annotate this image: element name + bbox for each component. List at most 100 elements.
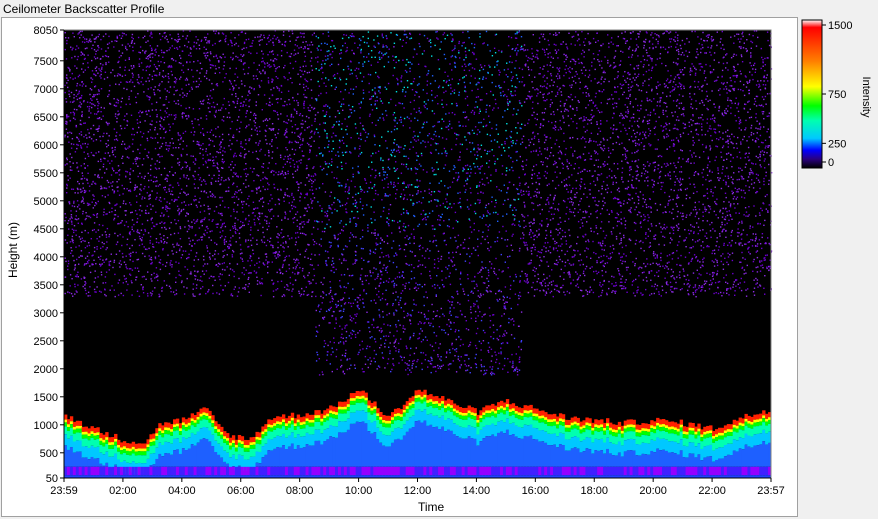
scatter-point <box>221 138 224 141</box>
scatter-point <box>474 344 477 347</box>
scatter-point <box>360 188 362 190</box>
scatter-point <box>379 316 381 318</box>
scatter-point <box>212 165 214 167</box>
scatter-point <box>619 281 622 283</box>
scatter-point <box>141 136 143 138</box>
scatter-point <box>271 145 273 147</box>
scatter-point <box>374 103 376 105</box>
scatter-point <box>168 227 171 229</box>
scatter-point <box>229 229 232 231</box>
scatter-point <box>220 179 222 181</box>
scatter-point <box>453 307 455 309</box>
scatter-point <box>723 228 725 230</box>
scatter-point <box>634 263 636 265</box>
scatter-point <box>116 181 118 183</box>
scatter-point <box>569 66 571 69</box>
scatter-point <box>762 142 764 144</box>
scatter-point <box>595 41 597 43</box>
scatter-point <box>446 207 449 210</box>
scatter-point <box>345 185 347 187</box>
scatter-point <box>100 73 102 76</box>
scatter-point <box>449 203 451 205</box>
scatter-point <box>451 112 454 114</box>
scatter-point <box>698 139 700 141</box>
scatter-point <box>334 116 337 118</box>
scatter-point <box>421 330 423 332</box>
scatter-point <box>384 86 386 88</box>
scatter-point <box>180 168 182 170</box>
scatter-point <box>205 292 207 295</box>
scatter-point <box>521 194 523 196</box>
scatter-point <box>248 139 250 142</box>
scatter-point <box>287 246 289 248</box>
scatter-point <box>360 151 363 154</box>
scatter-point <box>650 279 652 281</box>
scatter-point <box>263 94 266 96</box>
scatter-point <box>443 53 446 56</box>
scatter-point <box>142 288 144 291</box>
scatter-point <box>441 365 443 367</box>
scatter-point <box>117 110 119 112</box>
scatter-point <box>550 56 553 58</box>
scatter-point <box>183 112 185 115</box>
scatter-point <box>253 218 255 221</box>
scatter-point <box>155 211 157 213</box>
scatter-point <box>584 138 586 140</box>
scatter-point <box>216 151 218 153</box>
scatter-point <box>537 154 539 156</box>
scatter-point <box>601 91 603 93</box>
scatter-point <box>324 211 326 213</box>
scatter-point <box>593 251 595 254</box>
scatter-point <box>121 97 123 99</box>
scatter-point <box>258 218 260 221</box>
scatter-point <box>121 184 123 187</box>
scatter-point <box>299 113 302 115</box>
scatter-point <box>245 116 247 118</box>
scatter-point <box>645 70 648 73</box>
scatter-point <box>444 206 446 208</box>
scatter-point <box>135 162 137 165</box>
scatter-point <box>137 165 139 167</box>
scatter-point <box>78 140 80 142</box>
scatter-point <box>119 233 121 236</box>
scatter-point <box>731 259 734 262</box>
scatter-point <box>302 83 305 86</box>
scatter-point <box>619 232 621 235</box>
scatter-point <box>566 56 568 58</box>
scatter-point <box>164 131 167 134</box>
scatter-point <box>506 123 508 125</box>
scatter-point <box>451 301 453 303</box>
scatter-point <box>300 293 303 296</box>
scatter-point <box>93 228 95 231</box>
scatter-point <box>146 65 149 67</box>
scatter-point <box>710 135 712 137</box>
scatter-point <box>583 193 585 195</box>
scatter-point <box>691 30 693 33</box>
scatter-point <box>606 292 608 294</box>
scatter-point <box>684 67 686 69</box>
scatter-point <box>662 33 664 35</box>
scatter-point <box>321 230 324 233</box>
scatter-point <box>517 44 519 46</box>
scatter-point <box>232 251 235 253</box>
scatter-point <box>437 267 439 269</box>
scatter-point <box>410 141 412 143</box>
scatter-point <box>349 115 351 117</box>
scatter-point <box>596 233 599 235</box>
scatter-point <box>228 179 230 181</box>
scatter-point <box>544 170 547 173</box>
scatter-point <box>405 33 407 36</box>
scatter-point <box>761 247 763 250</box>
scatter-point <box>129 168 132 170</box>
scatter-point <box>399 102 401 105</box>
scatter-point <box>570 164 572 166</box>
scatter-point <box>321 207 323 210</box>
scatter-point <box>213 145 215 147</box>
scatter-point <box>215 156 217 158</box>
scatter-point <box>261 61 263 63</box>
scatter-point <box>559 217 561 219</box>
scatter-point <box>123 200 125 202</box>
scatter-point <box>105 62 107 64</box>
scatter-point <box>469 187 472 189</box>
scatter-point <box>215 68 217 70</box>
